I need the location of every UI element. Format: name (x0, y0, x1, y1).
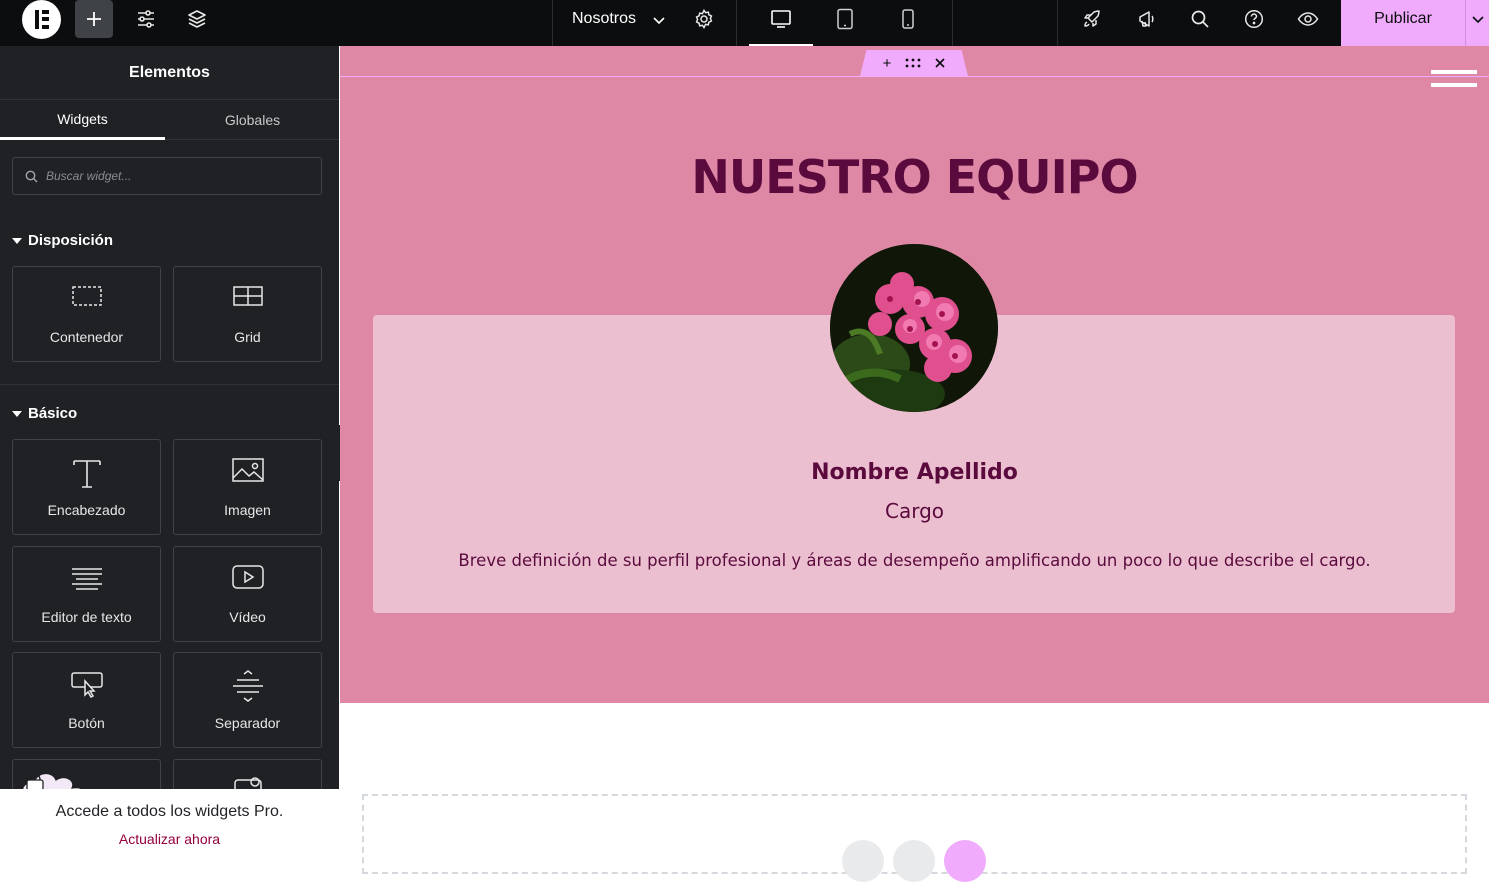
panel-tabs: Widgets Globales (0, 100, 339, 140)
category-layout[interactable]: Disposición (12, 232, 113, 249)
tab-globals[interactable]: Globales (170, 100, 335, 140)
tablet-icon (837, 8, 853, 30)
chevron-down-icon[interactable] (652, 13, 666, 27)
widget-container[interactable]: Contenedor (12, 266, 161, 362)
widget-button[interactable]: Botón (12, 652, 161, 748)
video-icon (174, 563, 321, 591)
widget-label: Editor de texto (41, 609, 132, 625)
device-desktop-button[interactable] (749, 0, 813, 46)
close-icon[interactable] (935, 58, 945, 68)
search-icon (25, 170, 38, 182)
team-section[interactable]: + NUESTRO EQUIPO Nombre Apellido Cargo B… (340, 46, 1489, 703)
publish-options-button[interactable] (1465, 0, 1489, 46)
member-role[interactable]: Cargo (340, 499, 1489, 523)
widget-heading[interactable]: Encabezado (12, 439, 161, 535)
promo-text: Accede a todos los widgets Pro. (55, 803, 284, 820)
container-icon (13, 283, 160, 309)
site-settings-button[interactable] (127, 0, 165, 38)
site-settings-icon (138, 10, 154, 28)
help-icon[interactable] (1244, 9, 1264, 29)
chevron-down-icon (1471, 16, 1484, 24)
divider-icon (174, 669, 321, 703)
publish-button[interactable]: Publicar (1341, 0, 1465, 46)
page-title[interactable]: Nosotros (572, 10, 636, 28)
category-basic[interactable]: Básico (12, 405, 77, 422)
upgrade-link[interactable]: Actualizar ahora (0, 831, 339, 847)
launchpad-rocket-icon[interactable] (1082, 9, 1102, 29)
widget-grid[interactable]: Grid (173, 266, 322, 362)
drag-handle-icon[interactable] (905, 58, 921, 68)
desktop-icon (771, 10, 791, 28)
add-icon[interactable]: + (883, 55, 892, 72)
widget-label: Vídeo (229, 609, 266, 625)
category-title: Disposición (28, 232, 114, 249)
widget-text-editor[interactable]: Editor de texto (12, 546, 161, 642)
grid-icon (174, 283, 321, 309)
preview-eye-icon[interactable] (1297, 9, 1319, 29)
button-icon (13, 669, 160, 699)
image-icon (174, 456, 321, 484)
section-divider (0, 384, 339, 385)
device-mobile-button[interactable] (876, 0, 940, 46)
responsive-mode-switcher (737, 0, 953, 46)
tab-widgets[interactable]: Widgets (0, 100, 165, 140)
heading-icon (13, 456, 160, 490)
caret-down-icon (12, 410, 22, 417)
panel-title: Elementos (0, 46, 339, 100)
member-name[interactable]: Nombre Apellido (340, 460, 1489, 485)
page-settings-icon[interactable] (694, 9, 714, 29)
add-template-button[interactable] (893, 840, 935, 882)
widget-label: Grid (234, 329, 261, 345)
member-photo[interactable] (830, 244, 998, 412)
add-element-button[interactable] (75, 0, 113, 38)
widget-label: Contenedor (49, 329, 124, 345)
finder-search-icon[interactable] (1190, 9, 1210, 29)
topbar-tools (1057, 0, 1341, 46)
team-heading[interactable]: NUESTRO EQUIPO (340, 150, 1489, 204)
widget-search (12, 157, 322, 195)
caret-down-icon (12, 237, 22, 244)
widget-label: Imagen (224, 502, 271, 518)
search-input[interactable] (46, 169, 306, 183)
member-bio[interactable]: Breve definición de su perfil profesiona… (340, 551, 1489, 570)
structure-button[interactable] (178, 0, 216, 38)
widget-label: Separador (214, 715, 281, 731)
add-section-button[interactable] (842, 840, 884, 882)
section-handle: + (860, 50, 968, 76)
add-icon (87, 12, 101, 26)
widget-label: Encabezado (47, 502, 126, 518)
menu-hamburger-icon[interactable] (1431, 70, 1477, 96)
widget-image[interactable]: Imagen (173, 439, 322, 535)
editor-canvas: + NUESTRO EQUIPO Nombre Apellido Cargo B… (340, 46, 1489, 882)
page-selector[interactable]: Nosotros (552, 0, 737, 46)
ai-button[interactable] (944, 840, 986, 882)
elementor-logo-icon[interactable] (22, 0, 61, 39)
whats-new-megaphone-icon[interactable] (1137, 9, 1157, 29)
mobile-icon (902, 9, 914, 29)
structure-layers-icon (188, 10, 206, 28)
widget-label: Botón (68, 715, 105, 731)
text-editor-icon (13, 563, 160, 591)
device-tablet-button[interactable] (813, 0, 877, 46)
widget-video[interactable]: Vídeo (173, 546, 322, 642)
category-title: Básico (28, 405, 78, 422)
top-bar: Nosotros Publicar (0, 0, 1489, 46)
widgets-panel: Elementos Widgets Globales Disposición C… (0, 46, 339, 852)
pro-upgrade-banner: Accede a todos los widgets Pro. Actualiz… (0, 789, 339, 852)
widget-divider[interactable]: Separador (173, 652, 322, 748)
